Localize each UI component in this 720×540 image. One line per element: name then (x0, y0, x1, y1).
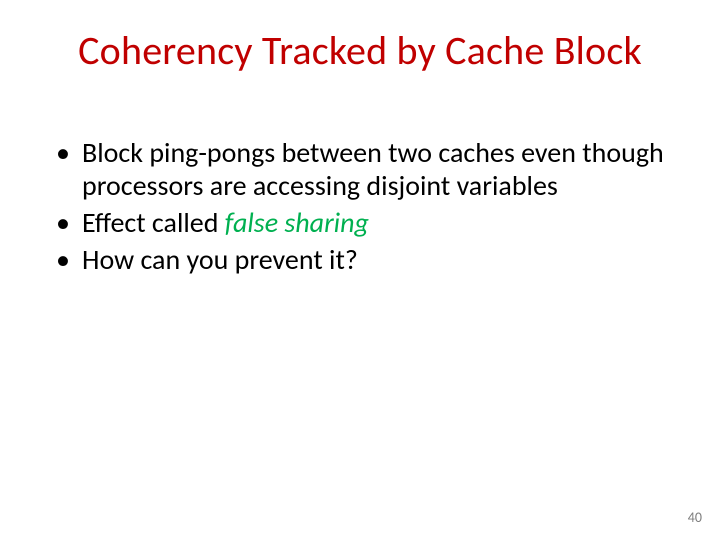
page-number: 40 (688, 509, 702, 526)
slide: Coherency Tracked by Cache Block Block p… (0, 0, 720, 540)
bullet-list: Block ping-pongs between two caches even… (54, 136, 666, 276)
bullet-text-em: false sharing (225, 205, 369, 240)
bullet-item: Block ping-pongs between two caches even… (54, 136, 666, 202)
slide-title: Coherency Tracked by Cache Block (0, 26, 720, 75)
bullet-text-pre: Effect called (82, 205, 225, 240)
bullet-item: Effect called false sharing (54, 206, 666, 239)
bullet-text-pre: Block ping-pongs between two caches even… (82, 135, 664, 203)
bullet-item: How can you prevent it? (54, 243, 666, 276)
bullet-text-pre: How can you prevent it? (82, 242, 358, 277)
slide-body: Block ping-pongs between two caches even… (54, 136, 666, 280)
